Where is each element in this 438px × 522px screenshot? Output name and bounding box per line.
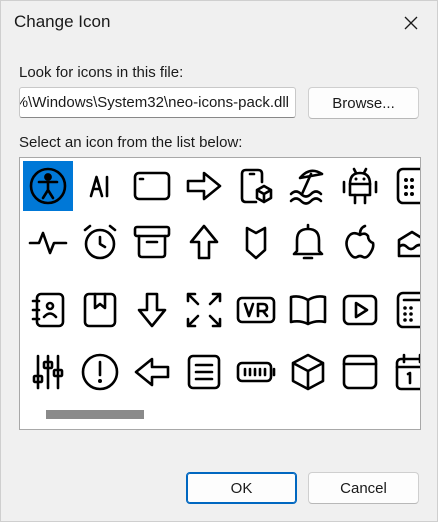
icon-cell-apple[interactable] — [335, 217, 385, 267]
icon-cell-arrow-down[interactable] — [127, 285, 177, 335]
icon-cell-device-cube[interactable] — [231, 161, 281, 211]
icon-cell-battery[interactable] — [231, 347, 281, 397]
vr-icon — [236, 296, 276, 324]
icon-file-path-input[interactable]: %SystemRoot%\Windows\System32\neo-icons-… — [19, 87, 296, 118]
arrow-down-icon — [137, 292, 167, 328]
icon-list-label: Select an icon from the list below: — [19, 134, 243, 151]
calculator-icon — [396, 167, 420, 205]
battery-icon — [236, 361, 276, 383]
icon-cell-pulse[interactable] — [23, 217, 73, 267]
browse-button[interactable]: Browse... — [308, 87, 419, 119]
icon-cell-cube[interactable] — [283, 347, 333, 397]
ai-icon — [89, 175, 109, 198]
arrow-up-icon — [189, 224, 219, 260]
icon-cell-browser-window[interactable] — [335, 347, 385, 397]
icon-grid — [21, 161, 420, 391]
icon-cell-list-box[interactable] — [179, 347, 229, 397]
icon-cell-sliders[interactable] — [23, 347, 73, 397]
address-book-icon — [31, 292, 65, 328]
cancel-button[interactable]: Cancel — [308, 472, 419, 504]
icon-cell-archive[interactable] — [127, 217, 177, 267]
icon-cell-beach[interactable] — [283, 161, 333, 211]
icon-cell-arrow-up[interactable] — [179, 217, 229, 267]
icon-cell-android[interactable] — [335, 161, 385, 211]
beach-icon — [289, 169, 324, 205]
archive-icon — [133, 225, 171, 259]
open-book-icon — [289, 295, 327, 326]
accessibility-icon — [29, 167, 67, 205]
icon-cell-alert-circle[interactable] — [75, 347, 125, 397]
title-bar: Change Icon — [1, 1, 437, 45]
icon-file-path-value: %SystemRoot%\Windows\System32\neo-icons-… — [20, 94, 289, 111]
arrow-right-icon — [186, 171, 222, 201]
pulse-icon — [28, 231, 68, 255]
alarm-clock-icon — [83, 224, 117, 260]
change-icon-dialog: Change Icon Look for icons in this file:… — [0, 0, 438, 522]
browser-window-icon — [342, 354, 378, 390]
icon-cell-play-button[interactable] — [335, 285, 385, 335]
icon-cell-ai[interactable] — [75, 161, 125, 211]
android-icon — [342, 167, 378, 205]
bookmark-badge-icon — [245, 226, 267, 260]
icon-cell-vr[interactable] — [231, 285, 281, 335]
icon-cell-bookmark-badge[interactable] — [231, 217, 281, 267]
list-box-icon — [187, 354, 221, 390]
icon-cell-cake[interactable] — [387, 217, 420, 267]
icon-cell-address-book[interactable] — [23, 285, 73, 335]
calculator-2-icon — [396, 291, 420, 329]
bookmark-box-icon — [83, 292, 117, 328]
calendar-icon — [395, 353, 420, 391]
play-button-icon — [342, 294, 378, 326]
icon-cell-open-book[interactable] — [283, 285, 333, 335]
file-label: Look for icons in this file: — [19, 64, 184, 81]
icon-list[interactable] — [19, 157, 421, 430]
icon-cell-calculator-2[interactable] — [387, 285, 420, 335]
icon-cell-accessibility[interactable] — [23, 161, 73, 211]
window-blank-icon — [133, 171, 171, 201]
close-button[interactable] — [393, 5, 429, 41]
icon-cell-bookmark-box[interactable] — [75, 285, 125, 335]
bell-icon — [292, 223, 324, 260]
device-cube-icon — [240, 168, 273, 204]
cake-icon — [397, 230, 420, 258]
horizontal-scrollbar-thumb[interactable] — [46, 410, 144, 419]
alert-circle-icon — [81, 353, 119, 391]
icon-cell-arrow-left[interactable] — [127, 347, 177, 397]
dialog-title: Change Icon — [14, 12, 111, 31]
icon-cell-window-blank[interactable] — [127, 161, 177, 211]
sliders-icon — [32, 354, 64, 390]
icon-cell-bell[interactable] — [283, 217, 333, 267]
icon-cell-alarm-clock[interactable] — [75, 217, 125, 267]
icon-cell-expand-arrows[interactable] — [179, 285, 229, 335]
arrow-left-icon — [134, 357, 170, 387]
icon-cell-calendar[interactable] — [387, 347, 420, 397]
icon-cell-arrow-right[interactable] — [179, 161, 229, 211]
icon-cell-calculator[interactable] — [387, 161, 420, 211]
apple-icon — [345, 224, 375, 259]
close-icon — [404, 16, 418, 30]
ok-button[interactable]: OK — [186, 472, 297, 504]
expand-arrows-icon — [186, 292, 222, 328]
cube-icon — [291, 353, 325, 391]
